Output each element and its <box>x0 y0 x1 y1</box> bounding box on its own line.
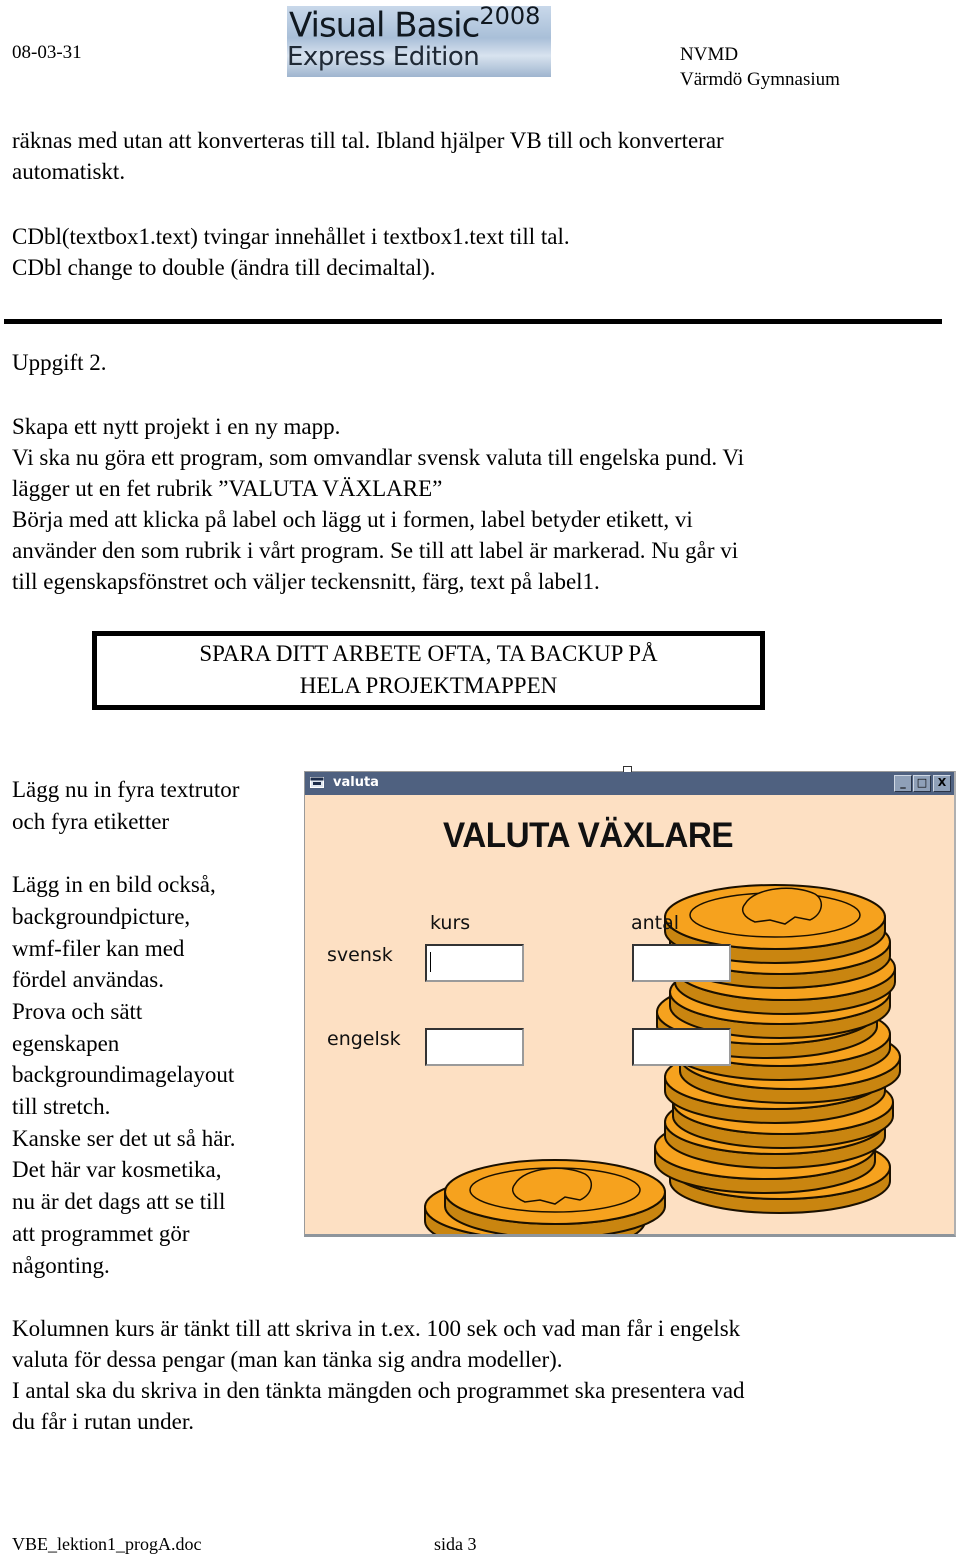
task-paragraph: Skapa ett nytt projekt i en ny mapp. Vi … <box>12 411 744 597</box>
text-line: Det här var kosmetika, <box>12 1157 222 1183</box>
svensk-kurs-textbox[interactable] <box>425 944 524 982</box>
text-line: att programmet gör <box>12 1220 190 1246</box>
side-instructions: Lägg nu in fyra textrutor och fyra etike… <box>12 774 239 1281</box>
notice-line: HELA PROJEKTMAPPEN <box>299 673 558 698</box>
valuta-form-window: valuta _ □ X VALUTA VÄXLARE kurs antal s… <box>304 766 956 1237</box>
window-title: valuta <box>333 775 379 790</box>
text-line: Skapa ett nytt projekt i en ny mapp. <box>12 414 341 439</box>
form-window-icon <box>310 777 324 788</box>
text-line: I antal ska du skriva in den tänkta mäng… <box>12 1378 745 1403</box>
vb-express-logo: Visual Basic2008 Express Edition <box>287 6 551 77</box>
text-line: wmf-filer kan med <box>12 935 185 961</box>
text-line: Börja med att klicka på label och lägg u… <box>12 507 693 532</box>
logo-line1: Visual Basic <box>289 6 480 46</box>
header-author-block: NVMD Värmdö Gymnasium <box>680 42 840 92</box>
text-line: Prova och sätt <box>12 998 143 1024</box>
svensk-antal-textbox[interactable] <box>632 944 731 982</box>
text-line: valuta för dessa pengar (man kan tänka s… <box>12 1347 563 1372</box>
text-line: Lägg nu in fyra textrutor <box>12 777 240 802</box>
horizontal-rule <box>4 319 942 324</box>
label-antal: antal <box>631 912 680 934</box>
header-school: Värmdö Gymnasium <box>680 69 840 90</box>
label-svensk: svensk <box>327 944 393 966</box>
text-line: och fyra etiketter <box>12 808 170 834</box>
label-engelsk: engelsk <box>327 1028 401 1050</box>
text-line: Kanske ser det ut så här. <box>12 1125 236 1151</box>
intro-paragraph: räknas med utan att konverteras till tal… <box>12 125 724 187</box>
task-heading: Uppgift 2. <box>12 350 107 375</box>
notice-line: SPARA DITT ARBETE OFTA, TA BACKUP PÅ <box>199 641 658 666</box>
logo-line2: Express Edition <box>287 42 480 72</box>
backup-notice-box: SPARA DITT ARBETE OFTA, TA BACKUP PÅ HEL… <box>92 631 765 710</box>
window-titlebar[interactable]: valuta _ □ X <box>305 772 954 795</box>
close-button[interactable]: X <box>933 775 951 792</box>
header-date: 08-03-31 <box>12 42 82 63</box>
footer-filename: VBE_lektion1_progA.doc <box>12 1534 202 1554</box>
text-line: du får i rutan under. <box>12 1409 195 1434</box>
engelsk-kurs-textbox[interactable] <box>425 1028 524 1066</box>
text-line: egenskapen <box>12 1030 120 1056</box>
text-line: lägger ut en fet rubrik ”VALUTA VÄXLARE” <box>12 476 443 501</box>
text-line: räknas med utan att konverteras till tal… <box>12 128 724 153</box>
form-heading-label: VALUTA VÄXLARE <box>443 816 734 855</box>
text-line: Lägg in en bild också, <box>12 872 216 898</box>
text-line: CDbl change to double (ändra till decima… <box>12 255 436 280</box>
text-line: Vi ska nu göra ett program, som omvandla… <box>12 445 745 470</box>
text-line: backgroundpicture, <box>12 903 191 929</box>
text-line: fördel användas. <box>12 967 164 993</box>
text-line: backgroundimagelayout <box>12 1062 235 1088</box>
text-line: till egenskapsfönstret och väljer tecken… <box>12 569 600 594</box>
text-caret <box>430 952 431 972</box>
text-line: någonting. <box>12 1252 110 1278</box>
header-author: NVMD <box>680 44 739 65</box>
outro-paragraph: Kolumnen kurs är tänkt till att skriva i… <box>12 1313 745 1437</box>
engelsk-antal-textbox[interactable] <box>632 1028 731 1066</box>
logo-version: 2008 <box>479 6 541 30</box>
text-line: automatiskt. <box>12 159 126 184</box>
text-line: använder den som rubrik i vårt program. … <box>12 538 739 563</box>
coin-stack-small <box>424 1159 666 1234</box>
footer-page-number: sida 3 <box>434 1534 477 1554</box>
minimize-button[interactable]: _ <box>894 775 912 792</box>
label-kurs: kurs <box>430 912 471 934</box>
maximize-button[interactable]: □ <box>913 775 931 792</box>
text-line: Kolumnen kurs är tänkt till att skriva i… <box>12 1316 741 1341</box>
text-line: till stretch. <box>12 1094 111 1120</box>
cdbl-paragraph: CDbl(textbox1.text) tvingar innehållet i… <box>12 221 570 283</box>
text-line: nu är det dags att se till <box>12 1189 226 1215</box>
text-line: CDbl(textbox1.text) tvingar innehållet i… <box>12 224 570 249</box>
